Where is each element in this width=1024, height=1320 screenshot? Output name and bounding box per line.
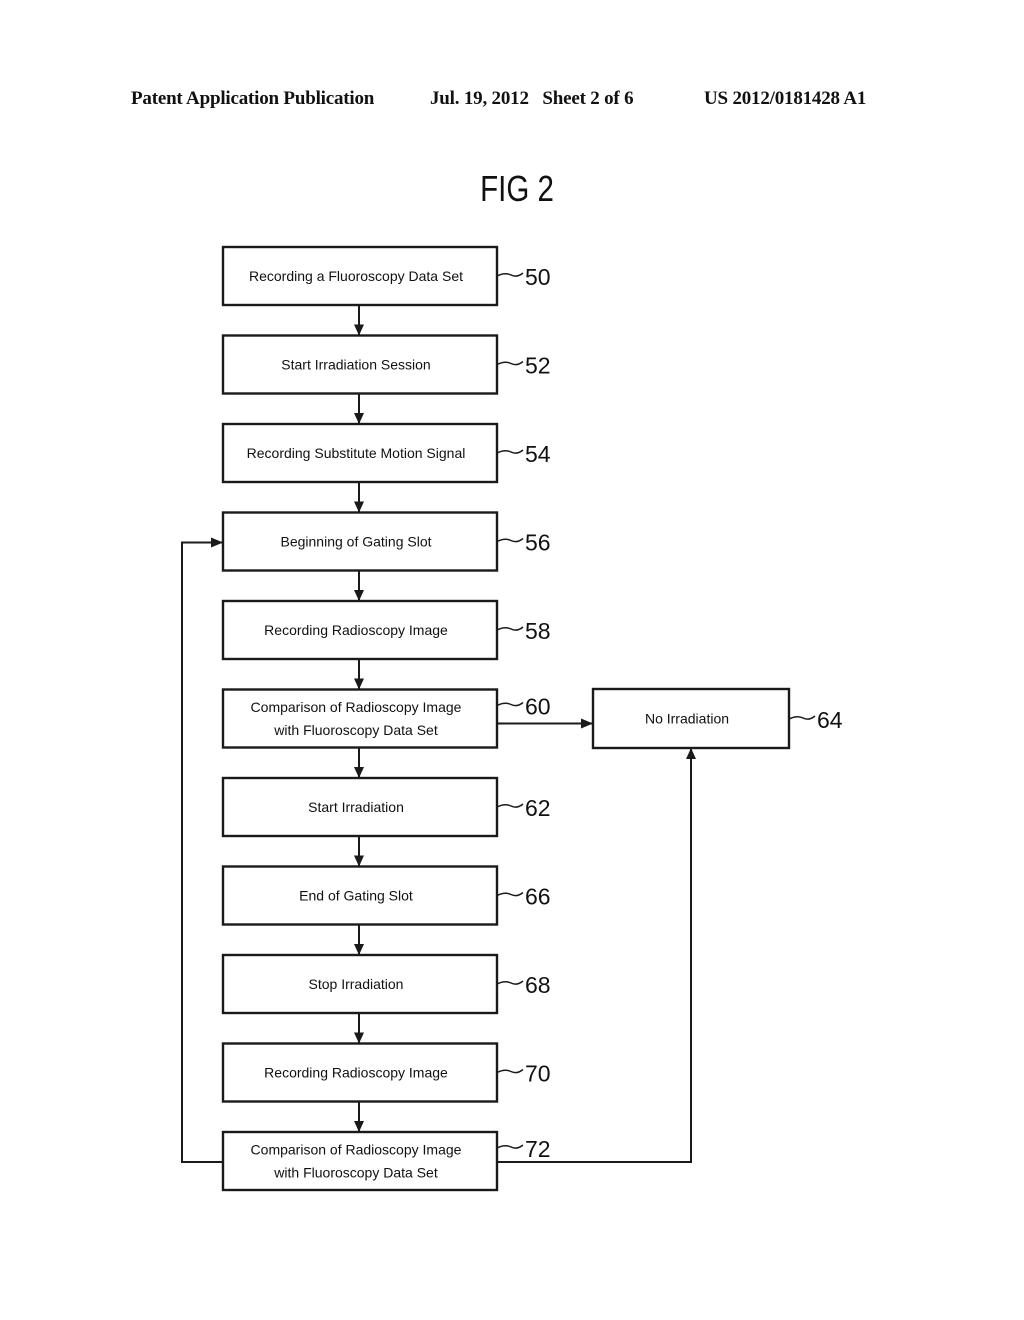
step-label: with Fluoroscopy Data Set	[273, 722, 438, 738]
reference-numeral: 60	[525, 694, 551, 720]
arrowhead-icon	[354, 590, 364, 601]
arrowhead-icon	[354, 1121, 364, 1132]
arrowhead-icon	[354, 324, 364, 336]
flowchart: Recording a Fluoroscopy Data Set 50 Start …	[181, 245, 843, 1192]
reference-numeral: 50	[525, 264, 551, 290]
flow-step-70: Recording Radioscopy Image 70	[221, 1042, 551, 1103]
reference-leader-line	[496, 980, 524, 985]
step-label: No Irradiation	[645, 711, 729, 727]
step-label: End of Gating Slot	[299, 888, 413, 904]
arrowhead-icon	[354, 678, 364, 690]
step-label: Comparison of Radioscopy Image	[251, 1142, 462, 1158]
flow-step-64: No Irradiation 64	[591, 687, 843, 750]
arrowhead-icon	[354, 944, 364, 955]
flow-step-66: End of Gating Slot 66	[221, 865, 551, 926]
step-label: Start Irradiation	[308, 799, 404, 815]
reference-leader-line	[496, 537, 524, 543]
reference-leader-line	[496, 891, 524, 897]
arrowhead-icon	[354, 413, 364, 424]
arrowhead-icon	[354, 1032, 364, 1044]
reference-leader-line	[496, 803, 524, 808]
step-label: Recording a Fluoroscopy Data Set	[249, 268, 463, 284]
reference-numeral: 58	[525, 618, 551, 644]
step-label: with Fluoroscopy Data Set	[273, 1165, 438, 1181]
reference-numeral: 62	[525, 795, 551, 821]
flowchart-steps: Recording a Fluoroscopy Data Set 50 Start …	[221, 245, 843, 1192]
reference-leader-line	[496, 701, 524, 707]
step-label: Stop Irradiation	[309, 976, 404, 992]
step-label: Start Irradiation Session	[281, 357, 430, 373]
connector-72-to-56	[181, 541, 223, 1163]
arrowhead-icon	[581, 718, 593, 729]
reference-leader-line	[496, 449, 524, 454]
reference-leader-line	[496, 1144, 524, 1149]
reference-numeral: 70	[525, 1061, 551, 1087]
flow-step-62: Start Irradiation 62	[221, 776, 551, 838]
flow-step-58: Recording Radioscopy Image 58	[221, 599, 551, 661]
reference-numeral: 56	[525, 530, 551, 556]
reference-numeral: 54	[525, 441, 551, 467]
arrowhead-icon	[354, 855, 364, 867]
reference-leader-line	[496, 626, 524, 631]
reference-numeral: 66	[525, 884, 551, 910]
flow-step-68: Stop Irradiation 68	[221, 953, 551, 1015]
reference-numeral: 72	[525, 1136, 551, 1162]
arrowhead-icon	[354, 767, 364, 778]
reference-leader-line	[496, 272, 524, 277]
step-label: Recording Radioscopy Image	[264, 622, 448, 638]
step-label: Beginning of Gating Slot	[281, 534, 432, 550]
step-label: Recording Substitute Motion Signal	[247, 445, 466, 461]
reference-numeral: 64	[817, 707, 843, 733]
reference-numeral: 52	[525, 353, 551, 379]
reference-leader-line	[496, 1068, 524, 1074]
reference-leader-line	[788, 715, 816, 720]
reference-leader-line	[496, 360, 524, 366]
step-label: Comparison of Radioscopy Image	[251, 699, 462, 715]
flow-step-50: Recording a Fluoroscopy Data Set 50	[221, 245, 551, 307]
flow-step-54: Recording Substitute Motion Signal 54	[221, 422, 551, 484]
flow-step-52: Start Irradiation Session 52	[221, 334, 551, 395]
reference-numeral: 68	[525, 972, 551, 998]
arrowhead-icon	[686, 748, 696, 759]
arrowhead-icon	[354, 501, 364, 513]
flow-step-56: Beginning of Gating Slot 56	[221, 511, 551, 572]
step-label: Recording Radioscopy Image	[264, 1065, 448, 1081]
arrowhead-icon	[211, 537, 223, 548]
flow-step-60: Comparison of Radioscopy Image with Fluor…	[221, 688, 551, 749]
